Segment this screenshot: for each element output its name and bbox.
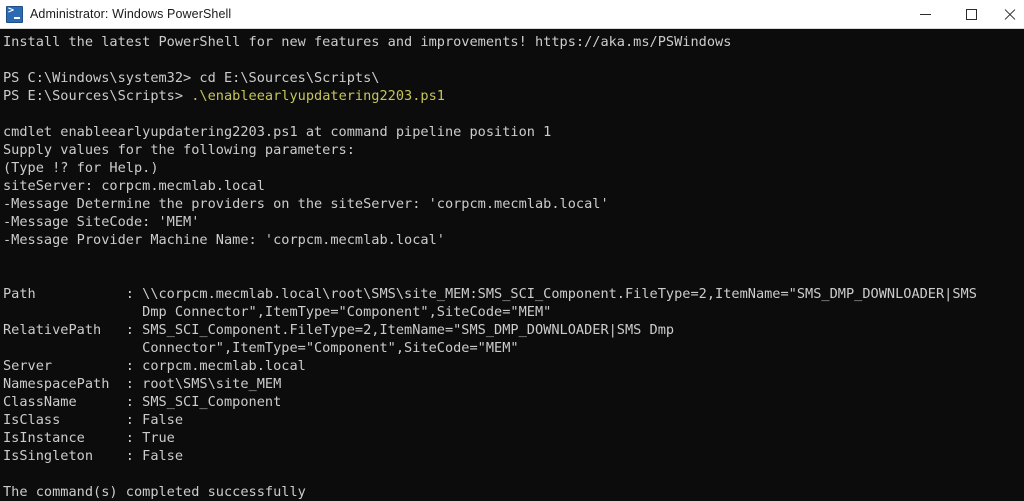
console-blank-line — [3, 249, 1024, 267]
titlebar[interactable]: Administrator: Windows PowerShell — [0, 0, 1024, 29]
console-line: Supply values for the following paramete… — [3, 141, 1024, 159]
console-line-text: -Message Provider Machine Name: 'corpcm.… — [3, 232, 445, 248]
console-line-text: PS E:\Sources\Scripts> — [3, 88, 192, 104]
minimize-icon — [919, 14, 931, 15]
console-blank-line — [3, 267, 1024, 285]
console-line-text: -Message Determine the providers on the … — [3, 196, 609, 212]
maximize-icon — [965, 9, 977, 20]
console-line: IsClass : False — [3, 411, 1024, 429]
console-blank-line — [3, 51, 1024, 69]
console-line: The command(s) completed successfully — [3, 483, 1024, 501]
window-controls — [902, 0, 1024, 29]
console-line-text: IsClass : False — [3, 412, 184, 428]
console-line: Dmp Connector",ItemType="Component",Site… — [3, 303, 1024, 321]
console-line: RelativePath : SMS_SCI_Component.FileTyp… — [3, 321, 1024, 339]
console-line: Path : \\corpcm.mecmlab.local\root\SMS\s… — [3, 285, 1024, 303]
console-line-text: RelativePath : SMS_SCI_Component.FileTyp… — [3, 322, 675, 338]
console-line: -Message SiteCode: 'MEM' — [3, 213, 1024, 231]
console-line-text: Supply values for the following paramete… — [3, 142, 355, 158]
console-line-text — [3, 52, 11, 68]
console-line: NamespacePath : root\SMS\site_MEM — [3, 375, 1024, 393]
console-line-text — [3, 466, 11, 482]
console-line: PS E:\Sources\Scripts> .\enableearlyupda… — [3, 87, 1024, 105]
console-line-text: NamespacePath : root\SMS\site_MEM — [3, 376, 282, 392]
powershell-icon — [6, 5, 23, 23]
console-line-text — [3, 268, 11, 284]
powershell-window: Administrator: Windows PowerShell Instal… — [0, 0, 1024, 501]
console-line-text: -Message SiteCode: 'MEM' — [3, 214, 200, 230]
console-line: -Message Provider Machine Name: 'corpcm.… — [3, 231, 1024, 249]
console-line-text: ClassName : SMS_SCI_Component — [3, 394, 282, 410]
console-line-script-name: .\enableearlyupdatering2203.ps1 — [191, 88, 445, 104]
console-output-area[interactable]: Install the latest PowerShell for new fe… — [0, 29, 1024, 501]
console-blank-line — [3, 465, 1024, 483]
console-line: Connector",ItemType="Component",SiteCode… — [3, 339, 1024, 357]
console-line: (Type !? for Help.) — [3, 159, 1024, 177]
console-line: PS C:\Windows\system32> cd E:\Sources\Sc… — [3, 69, 1024, 87]
console-line-text: (Type !? for Help.) — [3, 160, 159, 176]
console-line-text: The command(s) completed successfully — [3, 484, 306, 500]
console-line: ClassName : SMS_SCI_Component — [3, 393, 1024, 411]
console-line: siteServer: corpcm.mecmlab.local — [3, 177, 1024, 195]
console-blank-line — [3, 105, 1024, 123]
console-line-text: IsSingleton : False — [3, 448, 184, 464]
console-line-text: Path : \\corpcm.mecmlab.local\root\SMS\s… — [3, 286, 977, 302]
console-line-text — [3, 250, 11, 266]
console-line-text: cmdlet enableearlyupdatering2203.ps1 at … — [3, 124, 552, 140]
close-icon — [1004, 9, 1015, 20]
console-line-text: Install the latest PowerShell for new fe… — [3, 34, 732, 50]
console-line: IsSingleton : False — [3, 447, 1024, 465]
console-line-text: Server : corpcm.mecmlab.local — [3, 358, 306, 374]
console-line: Server : corpcm.mecmlab.local — [3, 357, 1024, 375]
console-line: cmdlet enableearlyupdatering2203.ps1 at … — [3, 123, 1024, 141]
console-line-text: PS C:\Windows\system32> cd E:\Sources\Sc… — [3, 70, 380, 86]
console-line: Install the latest PowerShell for new fe… — [3, 33, 1024, 51]
maximize-button[interactable] — [948, 0, 994, 29]
console-line: -Message Determine the providers on the … — [3, 195, 1024, 213]
console-line-text: siteServer: corpcm.mecmlab.local — [3, 178, 265, 194]
console-line-text: Connector",ItemType="Component",SiteCode… — [3, 340, 519, 356]
console-line-text — [3, 106, 11, 122]
window-title: Administrator: Windows PowerShell — [30, 7, 232, 21]
console-line: IsInstance : True — [3, 429, 1024, 447]
minimize-button[interactable] — [902, 0, 948, 29]
close-button[interactable] — [994, 0, 1024, 29]
console-line-text: Dmp Connector",ItemType="Component",Site… — [3, 304, 552, 320]
console-line-list: Install the latest PowerShell for new fe… — [3, 33, 1024, 501]
console-line-text: IsInstance : True — [3, 430, 175, 446]
